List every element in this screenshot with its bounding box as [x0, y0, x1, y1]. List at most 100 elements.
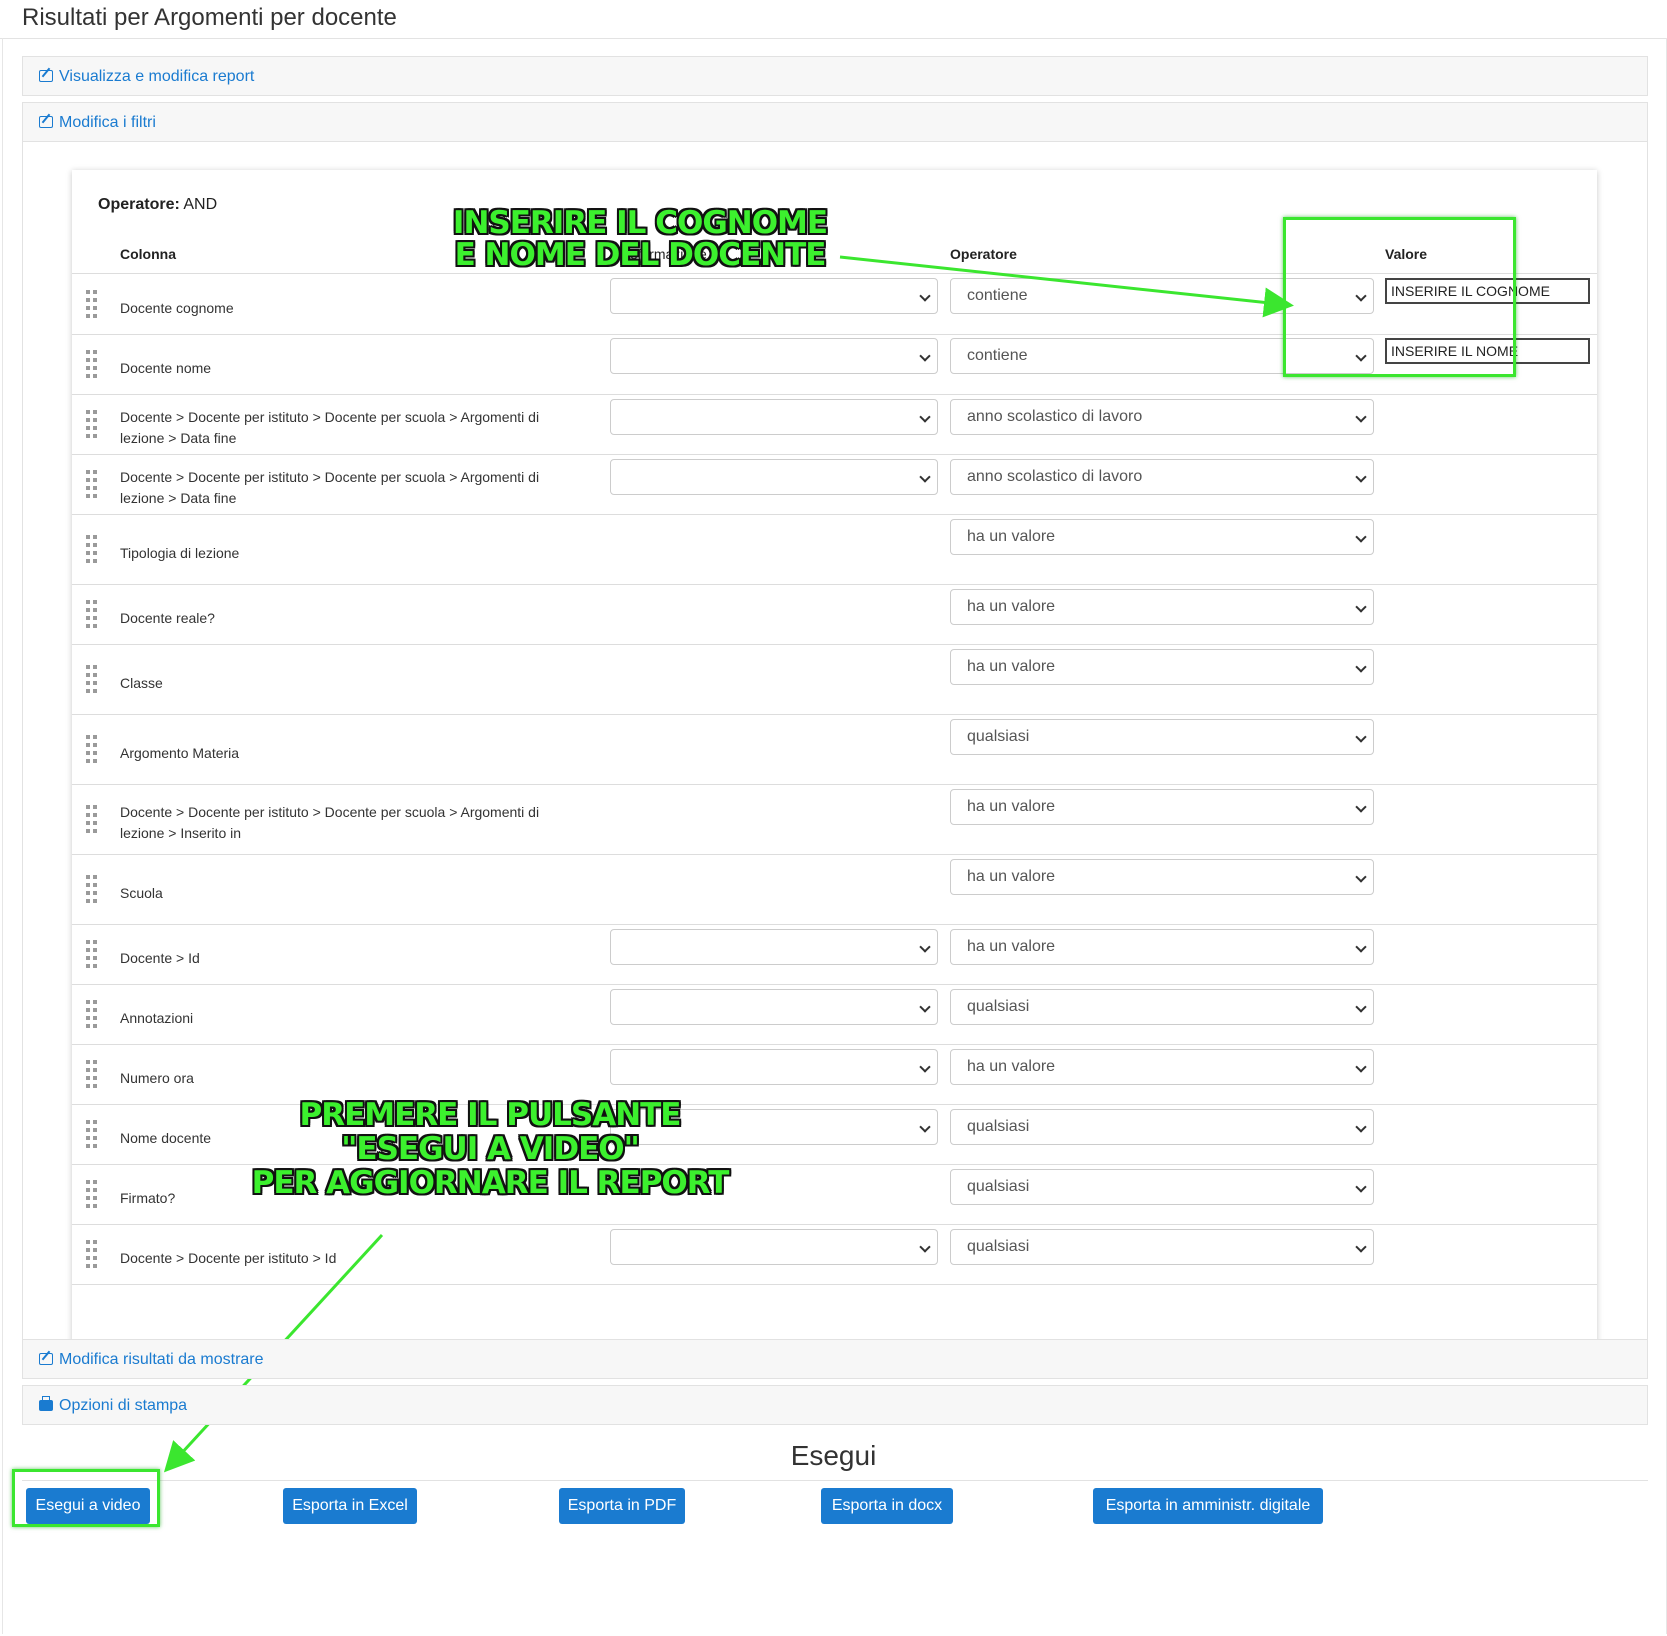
header-operator: Operatore [950, 246, 1017, 262]
filter-row: Docente > Id ha un valore [72, 924, 1597, 985]
panel-print-options-label: Opzioni di stampa [59, 1397, 188, 1414]
operator-select[interactable]: qualsiasi [950, 1169, 1374, 1205]
chevron-down-icon [1355, 1061, 1367, 1073]
operator-select-value: ha un valore [967, 798, 1056, 815]
operator-select-value: ha un valore [967, 1058, 1056, 1075]
drag-handle-icon[interactable] [86, 1180, 100, 1210]
operator-select-value: anno scolastico di lavoro [967, 408, 1143, 425]
panel-view-edit-label: Visualizza e modifica report [59, 68, 255, 85]
drag-handle-icon[interactable] [86, 875, 100, 905]
export-pdf-button[interactable]: Esporta in PDF [559, 1488, 685, 1524]
operator-select[interactable]: anno scolastico di lavoro [950, 459, 1374, 495]
operator-select-value: contiene [967, 287, 1028, 304]
filter-row: Argomento Materia qualsiasi [72, 714, 1597, 785]
drag-handle-icon[interactable] [86, 600, 100, 630]
chevron-down-icon [919, 471, 931, 483]
transform-select[interactable] [610, 1049, 938, 1085]
export-excel-button[interactable]: Esporta in Excel [283, 1488, 417, 1524]
run-section-title: Esegui [790, 1440, 877, 1471]
filter-column-name: Docente > Docente per istituto > Docente… [120, 409, 540, 446]
export-docx-button[interactable]: Esporta in docx [821, 1488, 953, 1524]
operator-select-value: contiene [967, 347, 1028, 364]
drag-handle-icon[interactable] [86, 470, 100, 500]
chevron-down-icon [1355, 1121, 1367, 1133]
drag-handle-icon[interactable] [86, 665, 100, 695]
operator-select[interactable]: ha un valore [950, 929, 1374, 965]
filter-column-name: Docente cognome [120, 299, 234, 316]
chevron-down-icon [1355, 661, 1367, 673]
operator-select-value: qualsiasi [967, 728, 1030, 745]
operator-select[interactable]: qualsiasi [950, 719, 1374, 755]
operator-select[interactable]: ha un valore [950, 519, 1374, 555]
operator-select[interactable]: qualsiasi [950, 1229, 1374, 1265]
filter-column-name: Docente reale? [120, 609, 215, 626]
operator-select-value: ha un valore [967, 868, 1056, 885]
transform-select[interactable] [610, 338, 938, 374]
filter-row: Classe ha un valore [72, 644, 1597, 715]
export-digital-button[interactable]: Esporta in amministr. digitale [1093, 1488, 1323, 1524]
operator-select-value: ha un valore [967, 658, 1056, 675]
operator-select[interactable]: ha un valore [950, 649, 1374, 685]
operator-select[interactable]: ha un valore [950, 789, 1374, 825]
filter-row: Annotazioni qualsiasi [72, 984, 1597, 1045]
filter-column-name: Numero ora [120, 1069, 194, 1086]
filter-column-name: Docente > Docente per istituto > Docente… [120, 804, 540, 841]
run-video-button[interactable]: Esegui a video [26, 1488, 150, 1524]
chevron-down-icon [1355, 471, 1367, 483]
filter-column-name: Argomento Materia [120, 744, 240, 761]
drag-handle-icon[interactable] [86, 535, 100, 565]
filter-column-name: Classe [120, 674, 163, 691]
panel-print-options[interactable]: Opzioni di stampa [22, 1385, 1648, 1425]
operator-select-value: qualsiasi [967, 1238, 1030, 1255]
operator-select[interactable]: anno scolastico di lavoro [950, 399, 1374, 435]
annotation-top: INSERIRE IL COGNOME E NOME DEL DOCENTE [452, 205, 828, 273]
filter-row: Docente reale? ha un valore [72, 584, 1597, 645]
filter-row: Tipologia di lezione ha un valore [72, 514, 1597, 585]
annotation-bottom: PREMERE IL PULSANTE "ESEGUI A VIDEO" PER… [251, 1097, 730, 1201]
drag-handle-icon[interactable] [86, 735, 100, 765]
chevron-down-icon [1355, 411, 1367, 423]
drag-handle-icon[interactable] [86, 290, 100, 320]
chevron-down-icon [1355, 731, 1367, 743]
chevron-down-icon [919, 1061, 931, 1073]
drag-handle-icon[interactable] [86, 1060, 100, 1090]
drag-handle-icon[interactable] [86, 1240, 100, 1270]
drag-handle-icon[interactable] [86, 940, 100, 970]
operator-select-value: qualsiasi [967, 998, 1030, 1015]
operator-select[interactable]: qualsiasi [950, 989, 1374, 1025]
panel-edit-filters-label: Modifica i filtri [59, 114, 156, 131]
transform-select[interactable] [610, 399, 938, 435]
edit-icon [39, 1353, 53, 1365]
operator-select[interactable]: ha un valore [950, 1049, 1374, 1085]
operator-select[interactable]: ha un valore [950, 589, 1374, 625]
filter-column-name: Docente > Id [120, 949, 200, 966]
filter-row: Docente > Docente per istituto > Id quals… [72, 1224, 1597, 1285]
panel-edit-filters[interactable]: Modifica i filtri [22, 102, 1648, 142]
transform-select[interactable] [610, 1229, 938, 1265]
chevron-down-icon [919, 411, 931, 423]
transform-select[interactable] [610, 989, 938, 1025]
filter-column-name: Docente > Docente per istituto > Docente… [120, 469, 540, 506]
operator-select-value: ha un valore [967, 598, 1056, 615]
filter-column-name: Annotazioni [120, 1009, 194, 1026]
panel-view-edit-report[interactable]: Visualizza e modifica report [22, 56, 1648, 96]
chevron-down-icon [919, 290, 931, 302]
transform-select[interactable] [610, 278, 938, 314]
drag-handle-icon[interactable] [86, 1000, 100, 1030]
filter-row: Docente > Docente per istituto > Docente… [72, 454, 1597, 515]
operator-select[interactable]: ha un valore [950, 859, 1374, 895]
drag-handle-icon[interactable] [86, 350, 100, 380]
transform-select[interactable] [610, 459, 938, 495]
chevron-down-icon [1355, 601, 1367, 613]
operator-select-value: anno scolastico di lavoro [967, 468, 1143, 485]
drag-handle-icon[interactable] [86, 1120, 100, 1150]
drag-handle-icon[interactable] [86, 805, 100, 835]
page-title: Risultati per Argomenti per docente [22, 4, 397, 31]
edit-icon [39, 70, 53, 82]
panel-edit-results[interactable]: Modifica risultati da mostrare [22, 1339, 1648, 1379]
transform-select[interactable] [610, 929, 938, 965]
filter-row: Numero ora ha un valore [72, 1044, 1597, 1105]
operator-select[interactable]: qualsiasi [950, 1109, 1374, 1145]
drag-handle-icon[interactable] [86, 410, 100, 440]
operator-select-value: ha un valore [967, 938, 1056, 955]
